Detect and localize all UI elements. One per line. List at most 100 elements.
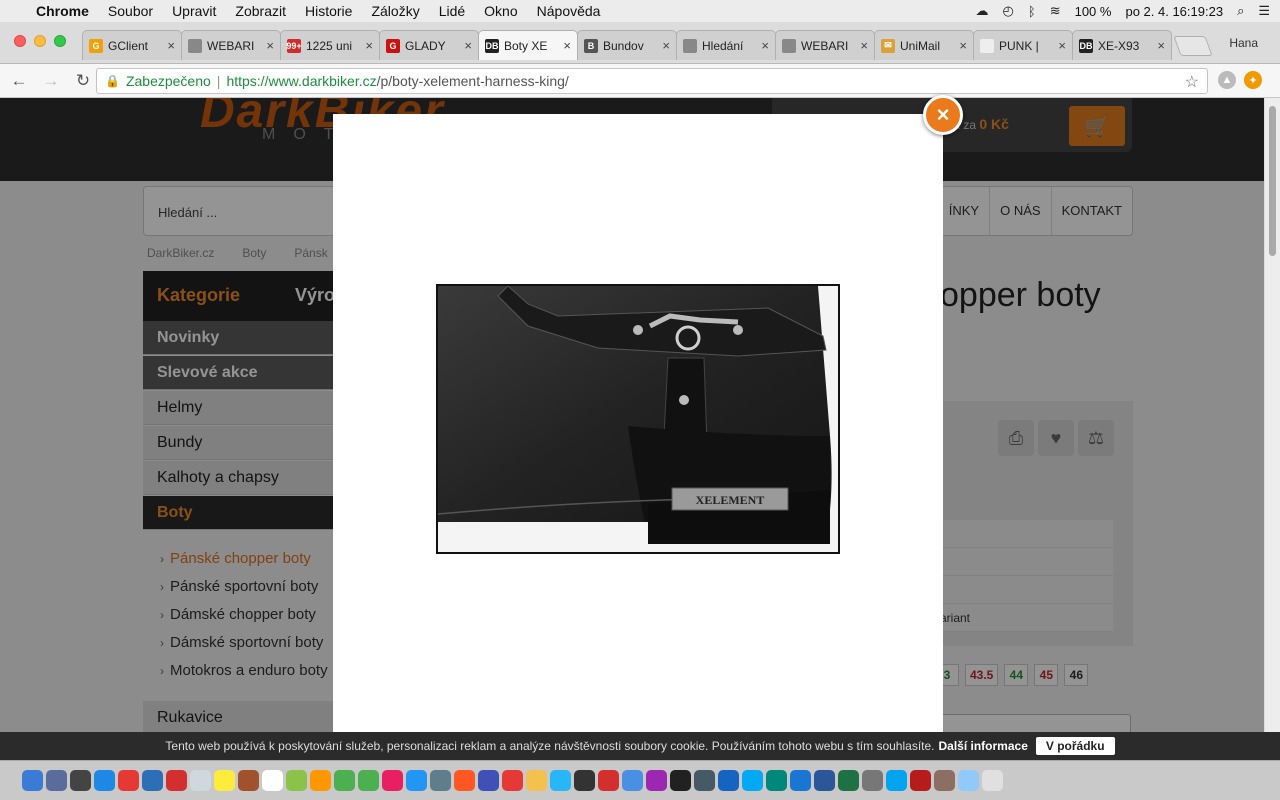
dock-app-icon[interactable] [286, 770, 307, 791]
profile-name[interactable]: Hana [1229, 36, 1258, 50]
spotlight-search-icon[interactable]: ⌕ [1237, 3, 1244, 19]
dock-app-icon[interactable] [406, 770, 427, 791]
dock-app-icon[interactable] [214, 770, 235, 791]
tab-close-icon[interactable]: × [266, 38, 274, 53]
back-button[interactable]: ← [6, 71, 32, 91]
dock-app-icon[interactable] [886, 770, 907, 791]
tab-1[interactable]: WEBARI × [181, 30, 281, 60]
tab-7[interactable]: WEBARI × [775, 30, 875, 60]
address-input[interactable]: 🔒 Zabezpečeno | https://www.darkbiker.cz… [96, 68, 1208, 94]
close-window-button[interactable] [14, 35, 26, 47]
dock-app-icon[interactable] [46, 770, 67, 791]
dock-app-icon[interactable] [790, 770, 811, 791]
menu-item-zalozky[interactable]: Záložky [371, 3, 419, 19]
zoom-window-button[interactable] [54, 35, 66, 47]
dock-app-icon[interactable] [598, 770, 619, 791]
forward-button[interactable]: → [38, 71, 64, 91]
tab-close-icon[interactable]: × [959, 38, 967, 53]
dock-app-icon[interactable] [430, 770, 451, 791]
minimize-window-button[interactable] [34, 35, 46, 47]
dock-app-icon[interactable] [910, 770, 931, 791]
tab-2[interactable]: 99+ 1225 uni × [280, 30, 380, 60]
tab-title: GLADY [405, 38, 446, 53]
battery-percent[interactable]: 100 % [1075, 4, 1112, 19]
tab-8[interactable]: ✉ UniMail × [874, 30, 974, 60]
dock-app-icon[interactable] [814, 770, 835, 791]
dock-app-icon[interactable] [478, 770, 499, 791]
tab-4[interactable]: DB Boty XE × [478, 30, 578, 60]
tab-close-icon[interactable]: × [1058, 38, 1066, 53]
dock-app-icon[interactable] [238, 770, 259, 791]
tab-close-icon[interactable]: × [365, 38, 373, 53]
dock-app-icon[interactable] [382, 770, 403, 791]
dock-app-icon[interactable] [190, 770, 211, 791]
menu-item-napoveda[interactable]: Nápověda [537, 3, 601, 19]
tab-close-icon[interactable]: × [860, 38, 868, 53]
page-scrollbar[interactable] [1264, 98, 1280, 732]
dock-app-icon[interactable] [550, 770, 571, 791]
menu-app-name[interactable]: Chrome [36, 3, 89, 19]
dock-app-icon[interactable] [262, 770, 283, 791]
new-tab-button[interactable] [1173, 36, 1213, 56]
clock-history-icon[interactable]: ◴ [1003, 3, 1014, 19]
bookmark-star-icon[interactable]: ☆ [1185, 72, 1199, 92]
dock-app-icon[interactable] [622, 770, 643, 791]
tab-9[interactable]: PUNK | × [973, 30, 1073, 60]
dock-app-icon[interactable] [118, 770, 139, 791]
tab-6[interactable]: Hledání × [676, 30, 776, 60]
dock-app-icon[interactable] [838, 770, 859, 791]
reload-button[interactable]: ↻ [70, 71, 96, 91]
dock-app-icon[interactable] [70, 770, 91, 791]
menu-item-upravit[interactable]: Upravit [172, 3, 216, 19]
wifi-icon[interactable]: ≋ [1050, 3, 1061, 19]
dock-app-icon[interactable] [766, 770, 787, 791]
dock-app-icon[interactable] [574, 770, 595, 791]
extension-drive-icon[interactable]: ▲ [1218, 71, 1236, 89]
tab-5[interactable]: B Bundov × [577, 30, 677, 60]
scrollbar-thumb[interactable] [1269, 106, 1276, 256]
notification-center-icon[interactable]: ☰ [1258, 3, 1270, 19]
dock-app-icon[interactable] [358, 770, 379, 791]
tab-close-icon[interactable]: × [662, 38, 670, 53]
bluetooth-icon[interactable]: ᛒ [1028, 4, 1036, 19]
menu-item-soubor[interactable]: Soubor [108, 3, 153, 19]
dock-app-icon[interactable] [142, 770, 163, 791]
tab-3[interactable]: G GLADY × [379, 30, 479, 60]
lock-icon[interactable]: 🔒 [105, 74, 120, 88]
dock-app-icon[interactable] [502, 770, 523, 791]
menu-item-lide[interactable]: Lidé [439, 3, 465, 19]
dock-app-icon[interactable] [670, 770, 691, 791]
cookie-more-link[interactable]: Další informace [939, 739, 1028, 753]
product-image[interactable]: XELEMENT [436, 284, 840, 554]
menu-item-zobrazit[interactable]: Zobrazit [235, 3, 286, 19]
dock-app-icon[interactable] [934, 770, 955, 791]
tab-0[interactable]: G GClient × [82, 30, 182, 60]
dock-app-icon[interactable] [982, 770, 1003, 791]
tab-close-icon[interactable]: × [761, 38, 769, 53]
dock-app-icon[interactable] [646, 770, 667, 791]
tab-close-icon[interactable]: × [1157, 38, 1165, 53]
menu-item-historie[interactable]: Historie [305, 3, 352, 19]
dock-app-icon[interactable] [862, 770, 883, 791]
lightbox-close-button[interactable]: × [923, 95, 963, 135]
dock-app-icon[interactable] [94, 770, 115, 791]
cookie-ok-button[interactable]: V pořádku [1035, 737, 1115, 755]
dock-app-icon[interactable] [526, 770, 547, 791]
tab-close-icon[interactable]: × [563, 38, 571, 53]
dock-app-icon[interactable] [454, 770, 475, 791]
tab-10[interactable]: DB XE-X93 × [1072, 30, 1172, 60]
dock-app-icon[interactable] [742, 770, 763, 791]
cloud-icon[interactable]: ☁ [976, 3, 989, 19]
dock-app-icon[interactable] [334, 770, 355, 791]
dock-app-icon[interactable] [166, 770, 187, 791]
dock-app-icon[interactable] [310, 770, 331, 791]
menubar-clock[interactable]: po 2. 4. 16:19:23 [1125, 4, 1223, 19]
dock-app-icon[interactable] [718, 770, 739, 791]
extension-orange-icon[interactable]: ✦ [1244, 71, 1262, 89]
dock-app-icon[interactable] [694, 770, 715, 791]
menu-item-okno[interactable]: Okno [484, 3, 517, 19]
tab-close-icon[interactable]: × [167, 38, 175, 53]
dock-app-icon[interactable] [22, 770, 43, 791]
tab-close-icon[interactable]: × [464, 38, 472, 53]
dock-app-icon[interactable] [958, 770, 979, 791]
